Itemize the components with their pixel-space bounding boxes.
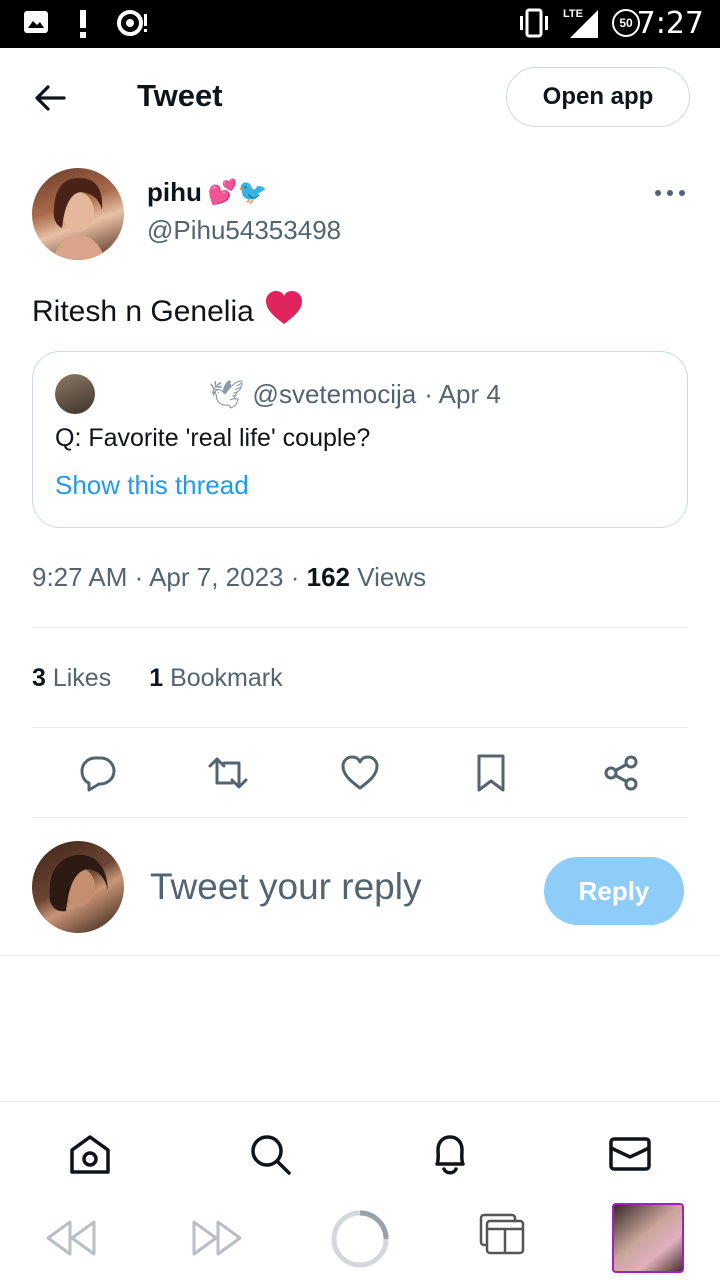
name-emojis: 💕🐦 — [207, 179, 268, 206]
likes-label: Likes — [45, 664, 112, 692]
retweet-button[interactable] — [203, 748, 253, 798]
divider — [32, 817, 688, 818]
quoted-handle: @svetemocija — [252, 379, 417, 409]
quoted-date: · Apr 4 — [424, 379, 501, 409]
quoted-text: Q: Favorite 'real life' couple? — [55, 424, 371, 452]
gallery-icon — [22, 8, 50, 41]
tweet-stats: 3 Likes 1 Bookmark — [32, 664, 283, 693]
user-avatar[interactable] — [32, 841, 124, 933]
sync-icon — [116, 8, 150, 43]
share-icon — [604, 755, 638, 791]
views-label: Views — [350, 562, 427, 592]
bottom-navigation — [0, 1101, 720, 1196]
quoted-avatar — [55, 374, 95, 414]
search-icon — [251, 1135, 291, 1175]
show-thread-link[interactable]: Show this thread — [55, 470, 249, 501]
like-button[interactable] — [335, 748, 385, 798]
quoted-meta: 🕊 @svetemocija · Apr 4 — [209, 378, 501, 411]
fast-forward-icon — [192, 1220, 242, 1256]
retweet-icon — [208, 757, 248, 789]
tweet-text: Ritesh n Genelia — [32, 290, 304, 334]
rewind-icon — [46, 1220, 96, 1256]
tweet-text-content: Ritesh n Genelia — [32, 295, 254, 328]
reply-button[interactable] — [73, 748, 123, 798]
profile-thumbnail[interactable] — [612, 1203, 684, 1273]
mail-icon — [609, 1137, 651, 1171]
tabs-icon — [479, 1213, 525, 1255]
browser-forward-button[interactable] — [188, 1218, 244, 1258]
open-app-button[interactable]: Open app — [506, 67, 690, 127]
author-name-text: pihu — [147, 177, 202, 207]
bookmark-icon — [477, 754, 505, 792]
browser-toolbar — [0, 1196, 720, 1280]
browser-reload-button[interactable] — [329, 1208, 391, 1270]
more-options-button[interactable] — [652, 180, 688, 206]
loading-icon — [331, 1210, 389, 1268]
nav-messages[interactable] — [608, 1132, 652, 1176]
bookmarks-stat[interactable]: 1 Bookmark — [149, 664, 282, 693]
likes-count: 3 — [32, 664, 46, 692]
bookmarks-label: Bookmark — [163, 664, 283, 692]
vibrate-icon — [516, 8, 552, 43]
nav-search[interactable] — [248, 1132, 292, 1176]
divider — [32, 627, 688, 628]
author-handle[interactable]: @Pihu54353498 — [147, 215, 341, 246]
bookmark-button[interactable] — [466, 748, 516, 798]
heart-emoji — [264, 290, 304, 334]
dove-emoji: 🕊 — [209, 379, 245, 410]
author-avatar[interactable] — [32, 168, 124, 260]
back-button[interactable] — [30, 78, 70, 118]
nav-notifications[interactable] — [428, 1132, 472, 1176]
reply-submit-button[interactable]: Reply — [544, 857, 684, 925]
tweet-timestamp: 9:27 AM · Apr 7, 2023 · 162 Views — [32, 562, 426, 593]
clock: 7:27 — [636, 6, 704, 41]
nav-home[interactable] — [68, 1132, 112, 1176]
arrow-left-icon — [35, 85, 66, 111]
app-header: Tweet Open app — [0, 48, 720, 148]
like-icon — [341, 755, 379, 790]
tweet-actions — [32, 748, 688, 798]
signal-icon — [568, 8, 600, 45]
timestamp-text: 9:27 AM · Apr 7, 2023 · — [32, 562, 307, 592]
browser-tabs-button[interactable] — [478, 1212, 528, 1258]
status-bar: LTE 50 7:27 — [0, 0, 720, 48]
share-button[interactable] — [596, 748, 646, 798]
views-count: 162 — [306, 562, 350, 592]
more-horizontal-icon — [655, 190, 685, 196]
browser-back-button[interactable] — [44, 1218, 100, 1258]
reply-icon — [80, 756, 116, 792]
alert-icon — [76, 8, 90, 43]
bell-icon — [435, 1135, 465, 1175]
divider — [32, 727, 688, 728]
reply-input[interactable]: Tweet your reply — [150, 866, 421, 908]
author-name[interactable]: pihu 💕🐦 — [147, 177, 268, 208]
likes-stat[interactable]: 3 Likes — [32, 664, 111, 693]
page-title: Tweet — [137, 78, 223, 113]
home-icon — [70, 1135, 110, 1174]
divider — [0, 955, 720, 956]
bookmarks-count: 1 — [149, 664, 164, 692]
quoted-tweet[interactable]: 🕊 @svetemocija · Apr 4 Q: Favorite 'real… — [32, 351, 688, 528]
